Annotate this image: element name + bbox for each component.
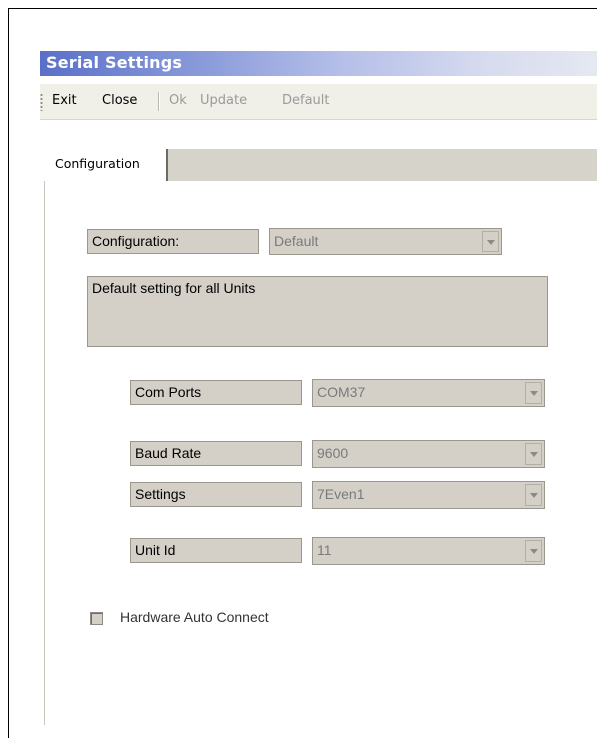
toolbar-grip-icon[interactable] <box>40 93 43 111</box>
chevron-down-icon[interactable] <box>525 540 542 562</box>
baud-rate-label: Baud Rate <box>130 441 302 466</box>
tab-configuration[interactable]: Configuration <box>44 149 168 181</box>
ok-button[interactable]: Ok <box>169 93 187 108</box>
chevron-down-icon[interactable] <box>525 484 542 506</box>
settings-label: Settings <box>130 482 302 507</box>
baud-rate-select[interactable]: 9600 <box>312 440 545 468</box>
settings-select[interactable]: 7Even1 <box>312 481 545 509</box>
title-bar: Serial Settings <box>40 51 597 76</box>
unit-id-select[interactable]: 11 <box>312 537 545 565</box>
configuration-select-value: Default <box>274 233 319 249</box>
configuration-description: Default setting for all Units <box>87 276 548 347</box>
toolbar-separator <box>158 92 159 111</box>
default-button[interactable]: Default <box>282 93 330 108</box>
settings-value: 7Even1 <box>317 486 365 502</box>
close-button[interactable]: Close <box>102 93 137 108</box>
hardware-auto-connect-label[interactable]: Hardware Auto Connect <box>120 609 269 625</box>
exit-button[interactable]: Exit <box>52 93 77 108</box>
com-ports-value: COM37 <box>317 384 366 400</box>
configuration-select[interactable]: Default <box>269 228 502 255</box>
baud-rate-value: 9600 <box>317 445 349 461</box>
chevron-down-icon[interactable] <box>482 231 499 252</box>
com-ports-label: Com Ports <box>130 380 302 405</box>
toolbar: Exit Close Ok Update Default <box>40 84 597 120</box>
chevron-down-icon[interactable] <box>525 443 542 465</box>
update-button[interactable]: Update <box>200 93 247 108</box>
unit-id-value: 11 <box>317 542 332 558</box>
chevron-down-icon[interactable] <box>525 382 542 404</box>
tab-label: Configuration <box>55 156 140 171</box>
com-ports-select[interactable]: COM37 <box>312 379 545 407</box>
hardware-auto-connect-checkbox[interactable] <box>90 612 103 625</box>
window-title: Serial Settings <box>46 53 183 72</box>
configuration-label: Configuration: <box>87 229 259 254</box>
unit-id-label: Unit Id <box>130 538 302 563</box>
tab-strip: Configuration <box>44 149 597 181</box>
